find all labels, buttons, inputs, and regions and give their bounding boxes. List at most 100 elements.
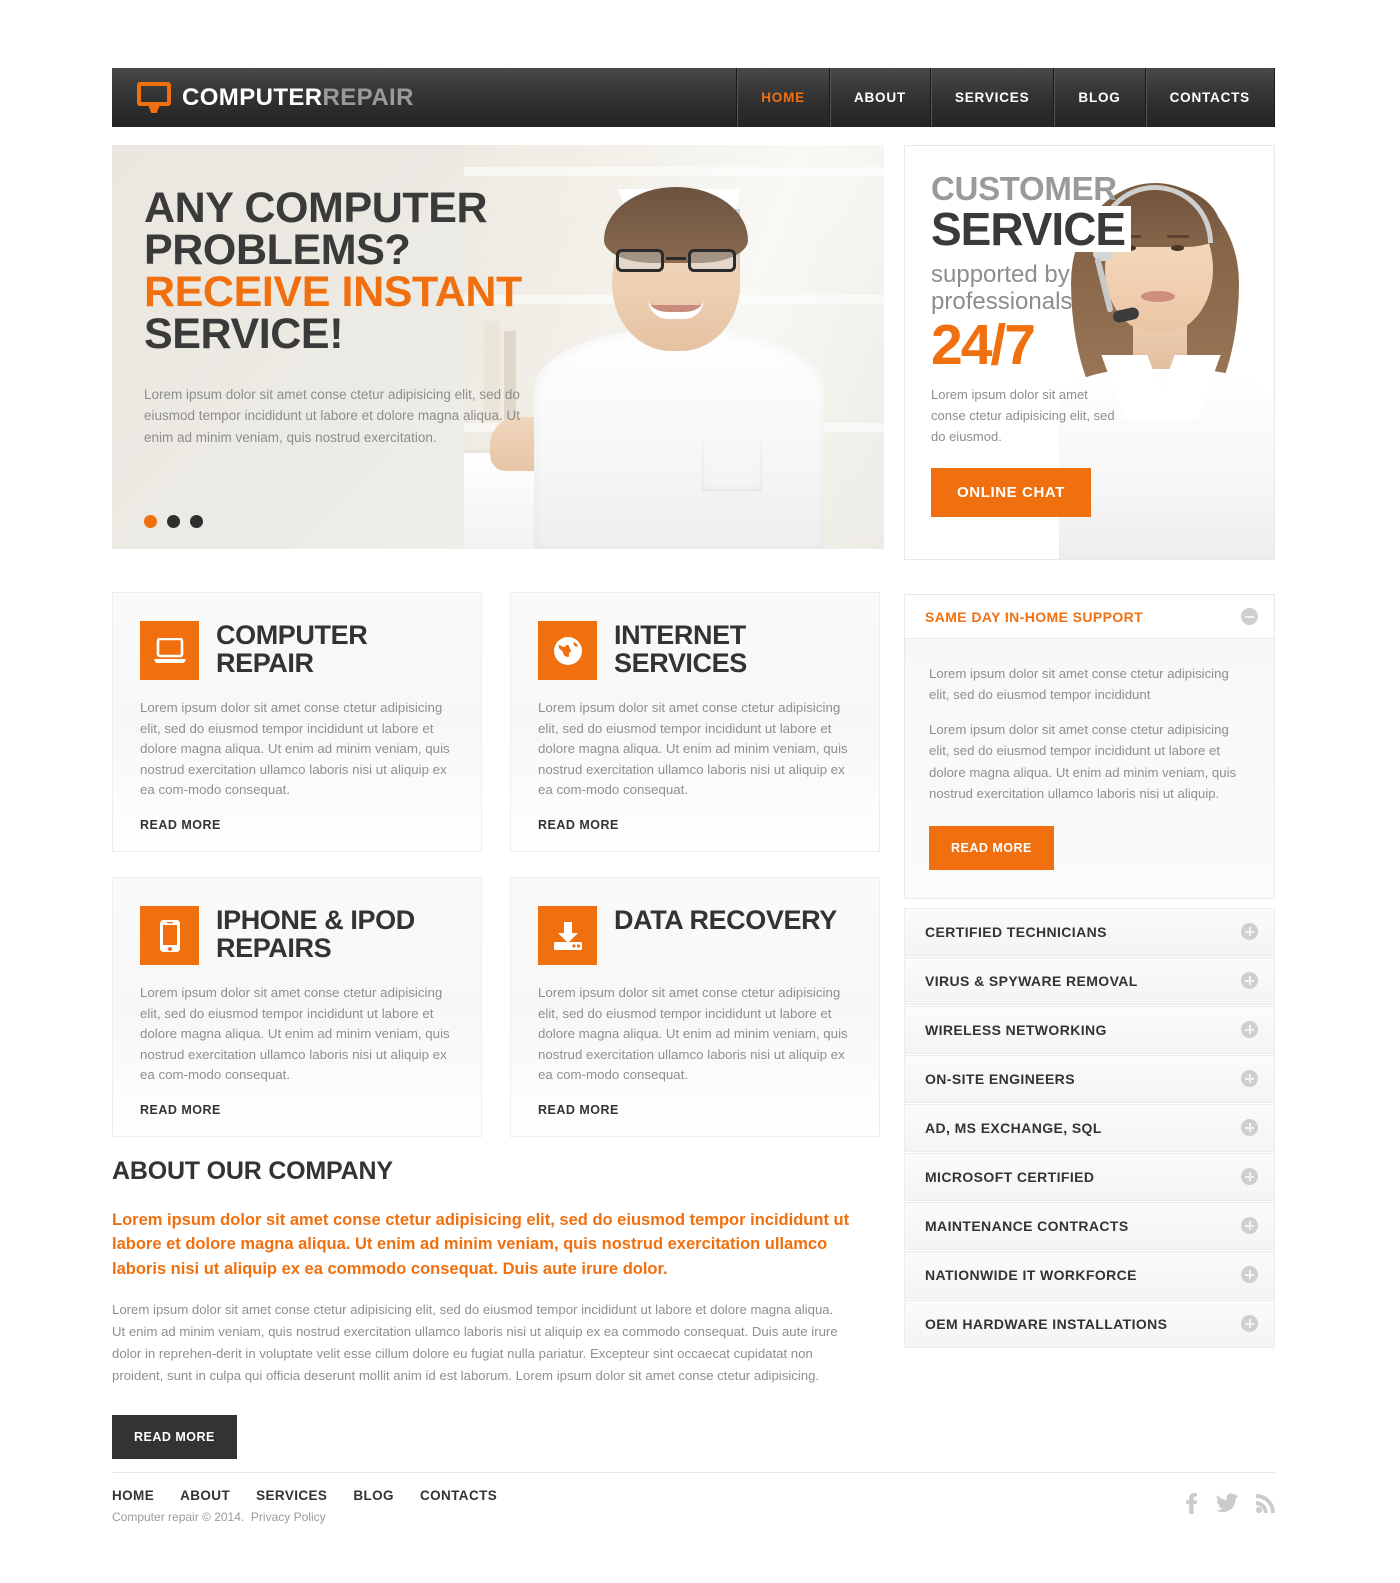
services-accordion: SAME DAY IN-HOME SUPPORT Lorem ipsum dol… (904, 594, 1275, 1348)
footer-navigation: HOME ABOUT SERVICES BLOG CONTACTS (112, 1488, 1275, 1503)
hero-slider: ANY COMPUTER PROBLEMS? RECEIVE INSTANT S… (112, 145, 884, 549)
read-more-link[interactable]: READ MORE (140, 818, 221, 832)
brand-part-one: COMPUTER (182, 83, 323, 111)
about-read-more-button[interactable]: READ MORE (112, 1414, 237, 1459)
cs-availability: 24/7 (931, 313, 1036, 378)
laptop-icon (140, 621, 199, 680)
hero-line-4: SERVICE! (144, 310, 344, 359)
accordion-item-title: CERTIFIED TECHNICIANS (925, 923, 1107, 940)
service-card-title: COMPUTER REPAIR (216, 620, 368, 678)
plus-circle-icon[interactable] (1241, 972, 1258, 990)
accordion-item-title: MAINTENANCE CONTRACTS (925, 1217, 1129, 1234)
nav-item-services[interactable]: SERVICES (929, 68, 1053, 127)
accordion-item-microsoft-certified[interactable]: MICROSOFT CERTIFIED (904, 1152, 1275, 1201)
accordion-item-certified-technicians[interactable]: CERTIFIED TECHNICIANS (904, 907, 1275, 956)
facebook-icon[interactable] (1185, 1492, 1198, 1514)
cs-paragraph: Lorem ipsum dolor sit amet conse ctetur … (931, 387, 1115, 445)
accordion-read-more-button[interactable]: READ MORE (929, 825, 1054, 870)
brand-logo-block[interactable]: COMPUTERREPAIR (112, 68, 414, 127)
plus-circle-icon[interactable] (1241, 1266, 1258, 1284)
accordion-item-nationwide-it-workforce[interactable]: NATIONWIDE IT WORKFORCE (904, 1250, 1275, 1299)
service-card-text: Lorem ipsum dolor sit amet conse ctetur … (140, 985, 450, 1083)
service-card-data-recovery[interactable]: DATA RECOVERY Lorem ipsum dolor sit amet… (510, 877, 880, 1137)
data-recovery-icon (538, 906, 597, 965)
customer-service-banner: CUSTOMER SERVICE supported by profession… (904, 145, 1275, 560)
about-lead-paragraph: Lorem ipsum dolor sit amet conse ctetur … (112, 1211, 850, 1278)
accordion-item-title: MICROSOFT CERTIFIED (925, 1168, 1095, 1185)
accordion-item-ad-ms-exchange-sql[interactable]: AD, MS EXCHANGE, SQL (904, 1103, 1275, 1152)
customer-service-content: CUSTOMER SERVICE supported by profession… (931, 172, 1161, 517)
page-root: COMPUTERREPAIR HOME ABOUT SERVICES BLOG … (0, 0, 1400, 1583)
slider-dot-1[interactable] (144, 515, 157, 528)
accordion-item-virus-spyware-removal[interactable]: VIRUS & SPYWARE REMOVAL (904, 956, 1275, 1005)
service-card-title: IPHONE & IPOD REPAIRS (216, 905, 415, 963)
about-section: ABOUT OUR COMPANY Lorem ipsum dolor sit … (112, 1157, 884, 1459)
minus-circle-icon[interactable] (1241, 608, 1258, 625)
nav-item-blog[interactable]: BLOG (1053, 68, 1144, 127)
accordion-open-body: Lorem ipsum dolor sit amet conse ctetur … (905, 638, 1274, 898)
plus-circle-icon[interactable] (1241, 1315, 1258, 1333)
accordion-item-on-site-engineers[interactable]: ON-SITE ENGINEERS (904, 1054, 1275, 1103)
service-card-title: DATA RECOVERY (614, 905, 837, 935)
plus-circle-icon[interactable] (1241, 923, 1258, 941)
accordion-item-title: OEM HARDWARE INSTALLATIONS (925, 1315, 1168, 1332)
rss-icon[interactable] (1256, 1493, 1275, 1513)
accordion-paragraph-1: Lorem ipsum dolor sit amet conse ctetur … (929, 666, 1229, 703)
service-card-iphone-ipod-repairs[interactable]: IPHONE & IPOD REPAIRS Lorem ipsum dolor … (112, 877, 482, 1137)
footer-nav-contacts[interactable]: CONTACTS (420, 1488, 497, 1503)
copyright-text: Computer repair © 2014. (112, 1510, 245, 1524)
service-card-text: Lorem ipsum dolor sit amet conse ctetur … (538, 985, 848, 1083)
plus-circle-icon[interactable] (1241, 1119, 1258, 1137)
cs-heading-main: SERVICE (931, 205, 1132, 252)
accordion-item-oem-hardware-installations[interactable]: OEM HARDWARE INSTALLATIONS (904, 1299, 1275, 1348)
hero-line-2: PROBLEMS? (144, 226, 411, 275)
site-footer: HOME ABOUT SERVICES BLOG CONTACTS Comput… (112, 1488, 1275, 1524)
service-card-text: Lorem ipsum dolor sit amet conse ctetur … (538, 700, 848, 798)
nav-item-home[interactable]: HOME (736, 68, 829, 127)
about-heading: ABOUT OUR COMPANY (112, 1157, 393, 1185)
accordion-open-header[interactable]: SAME DAY IN-HOME SUPPORT (905, 595, 1274, 638)
service-card-text: Lorem ipsum dolor sit amet conse ctetur … (140, 700, 450, 798)
accordion-item-wireless-networking[interactable]: WIRELESS NETWORKING (904, 1005, 1275, 1054)
footer-social-links (1185, 1492, 1275, 1514)
slider-dot-2[interactable] (167, 515, 180, 528)
about-body-paragraph: Lorem ipsum dolor sit amet conse ctetur … (112, 1302, 838, 1383)
main-navigation: HOME ABOUT SERVICES BLOG CONTACTS (736, 68, 1275, 127)
site-header: COMPUTERREPAIR HOME ABOUT SERVICES BLOG … (112, 68, 1275, 127)
plus-circle-icon[interactable] (1241, 1217, 1258, 1235)
read-more-link[interactable]: READ MORE (538, 1103, 619, 1117)
read-more-link[interactable]: READ MORE (538, 818, 619, 832)
accordion-item-maintenance-contracts[interactable]: MAINTENANCE CONTRACTS (904, 1201, 1275, 1250)
cs-subheading: supported by professionals (931, 260, 1073, 316)
twitter-icon[interactable] (1216, 1493, 1238, 1513)
nav-item-contacts[interactable]: CONTACTS (1144, 68, 1275, 127)
slider-dot-3[interactable] (190, 515, 203, 528)
cs-heading-top: CUSTOMER (931, 170, 1117, 207)
online-chat-button[interactable]: ONLINE CHAT (931, 467, 1091, 517)
brand-title: COMPUTERREPAIR (182, 83, 414, 111)
nav-item-about[interactable]: ABOUT (828, 68, 930, 127)
accordion-item-title: NATIONWIDE IT WORKFORCE (925, 1266, 1137, 1283)
privacy-policy-link[interactable]: Privacy Policy (251, 1510, 326, 1524)
accordion-item-title: WIRELESS NETWORKING (925, 1021, 1107, 1038)
accordion-paragraph-2: Lorem ipsum dolor sit amet conse ctetur … (929, 722, 1237, 801)
service-card-computer-repair[interactable]: COMPUTER REPAIR Lorem ipsum dolor sit am… (112, 592, 482, 852)
footer-nav-blog[interactable]: BLOG (353, 1488, 394, 1503)
service-card-internet-services[interactable]: INTERNET SERVICES Lorem ipsum dolor sit … (510, 592, 880, 852)
footer-copyright: Computer repair © 2014. Privacy Policy (112, 1510, 1275, 1524)
hero-headline: ANY COMPUTER PROBLEMS? RECEIVE INSTANT S… (144, 184, 644, 359)
footer-nav-home[interactable]: HOME (112, 1488, 154, 1503)
hero-text-block: ANY COMPUTER PROBLEMS? RECEIVE INSTANT S… (144, 184, 644, 449)
hero-line-1: ANY COMPUTER (144, 184, 488, 232)
globe-icon (538, 621, 597, 680)
plus-circle-icon[interactable] (1241, 1168, 1258, 1186)
plus-circle-icon[interactable] (1241, 1070, 1258, 1088)
plus-circle-icon[interactable] (1241, 1021, 1258, 1039)
hero-paragraph: Lorem ipsum dolor sit amet conse ctetur … (144, 386, 520, 446)
smartphone-icon (140, 906, 199, 965)
read-more-link[interactable]: READ MORE (140, 1103, 221, 1117)
footer-nav-about[interactable]: ABOUT (180, 1488, 230, 1503)
footer-nav-services[interactable]: SERVICES (256, 1488, 327, 1503)
slider-pagination (144, 515, 203, 528)
accordion-item-title: VIRUS & SPYWARE REMOVAL (925, 972, 1138, 989)
